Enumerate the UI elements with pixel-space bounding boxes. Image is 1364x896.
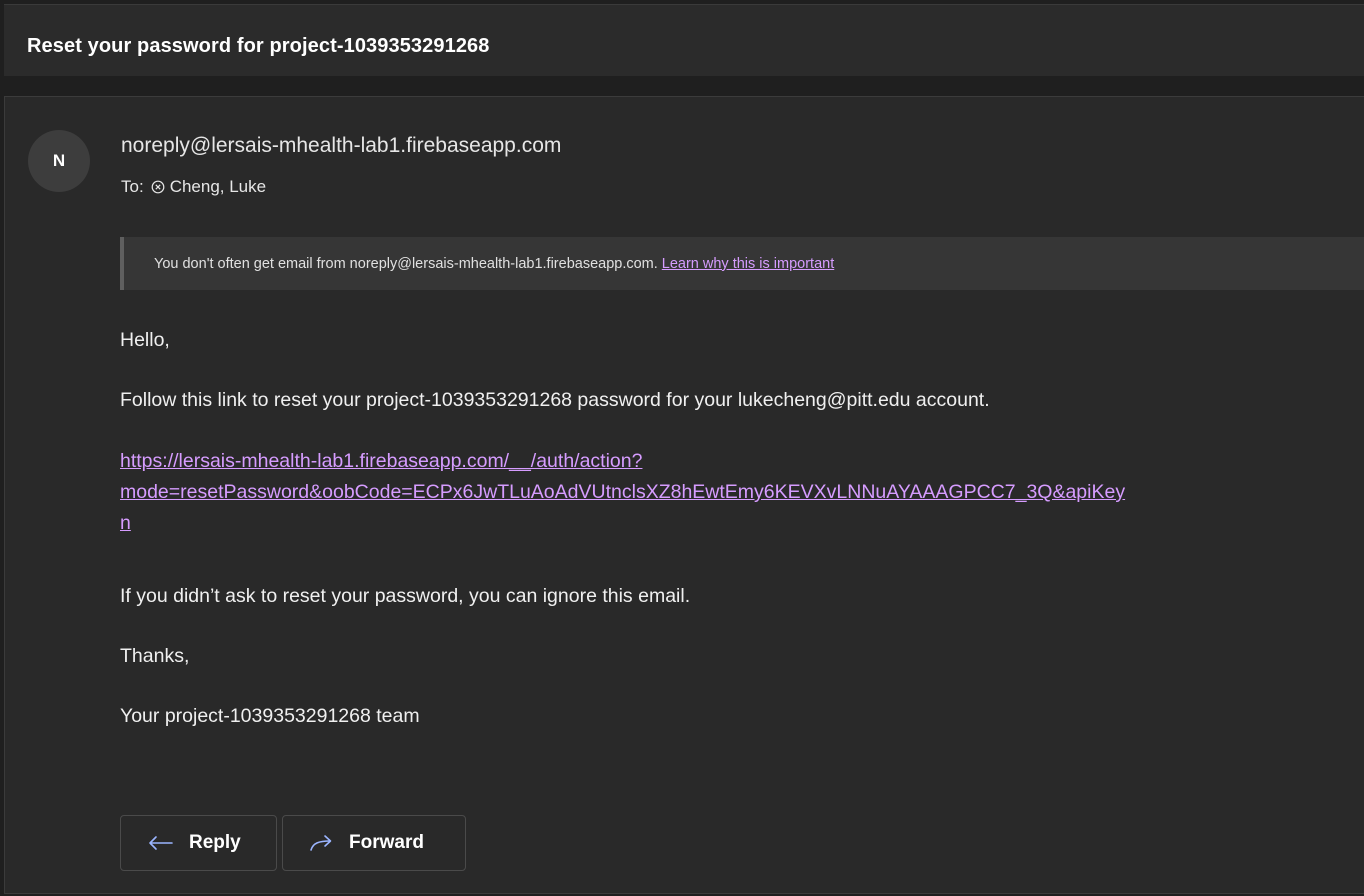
reply-button[interactable]: Reply bbox=[120, 815, 277, 871]
reset-link-line-2[interactable]: mode=resetPassword&oobCode=ECPx6JwTLuAoA… bbox=[120, 477, 1364, 508]
sender-email[interactable]: noreply@lersais-mhealth-lab1.firebaseapp… bbox=[121, 134, 561, 158]
subject-bar: Reset your password for project-10393532… bbox=[4, 4, 1364, 76]
banner-text: You don't often get email from noreply@l… bbox=[154, 255, 658, 272]
greeting-text: Hello, bbox=[120, 329, 170, 351]
reply-label: Reply bbox=[189, 832, 241, 853]
reset-password-link[interactable]: https://lersais-mhealth-lab1.firebaseapp… bbox=[120, 446, 1364, 539]
instruction-text: Follow this link to reset your project-1… bbox=[120, 389, 990, 411]
email-subject: Reset your password for project-10393532… bbox=[27, 35, 490, 57]
reply-icon bbox=[147, 833, 175, 853]
remove-recipient-icon[interactable] bbox=[151, 180, 165, 194]
forward-label: Forward bbox=[349, 832, 424, 853]
to-label: To: bbox=[121, 177, 144, 196]
recipient-name[interactable]: Cheng, Luke bbox=[170, 177, 266, 197]
reset-link-line-3[interactable]: n bbox=[120, 508, 1364, 539]
sender-avatar[interactable]: N bbox=[28, 130, 90, 192]
forward-icon bbox=[307, 833, 335, 853]
recipient-line: To: Cheng, Luke bbox=[121, 177, 266, 197]
thanks-text: Thanks, bbox=[120, 645, 190, 667]
message-pane: N noreply@lersais-mhealth-lab1.firebasea… bbox=[4, 96, 1364, 894]
learn-why-link[interactable]: Learn why this is important bbox=[662, 256, 834, 272]
signoff-text: Your project-1039353291268 team bbox=[120, 705, 420, 727]
ignore-text: If you didn’t ask to reset your password… bbox=[120, 585, 691, 607]
external-sender-banner: You don't often get email from noreply@l… bbox=[120, 237, 1364, 290]
reset-link-line-1[interactable]: https://lersais-mhealth-lab1.firebaseapp… bbox=[120, 446, 1364, 477]
forward-button[interactable]: Forward bbox=[282, 815, 466, 871]
